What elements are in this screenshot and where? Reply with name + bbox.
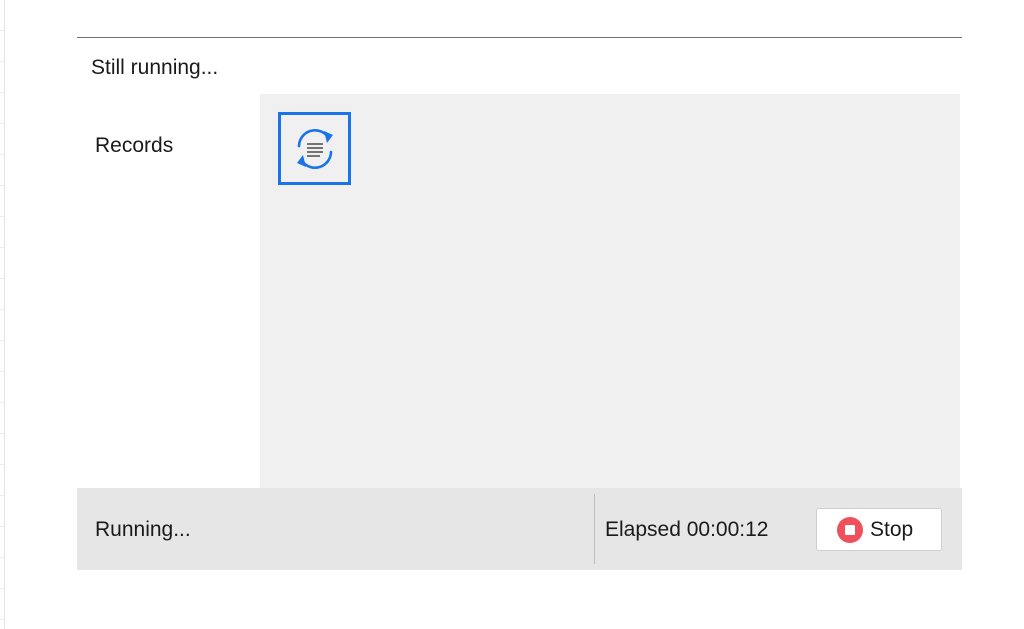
progress-dialog: Still running... Records Running... Elap… bbox=[77, 37, 962, 570]
stop-button[interactable]: Stop bbox=[816, 508, 942, 551]
stop-button-label: Stop bbox=[870, 518, 914, 541]
dialog-title: Still running... bbox=[91, 56, 219, 79]
sync-list-icon bbox=[297, 129, 333, 169]
records-panel bbox=[260, 94, 960, 488]
stop-icon bbox=[837, 517, 863, 543]
status-divider bbox=[594, 494, 595, 564]
status-bar: Running... Elapsed 00:00:12 Stop bbox=[77, 488, 962, 570]
elapsed-time: Elapsed 00:00:12 bbox=[605, 518, 769, 541]
status-text: Running... bbox=[95, 518, 191, 541]
record-tile[interactable] bbox=[278, 112, 351, 185]
header-divider bbox=[77, 37, 962, 38]
records-label: Records bbox=[95, 134, 174, 157]
window-edge bbox=[0, 0, 5, 629]
page: Still running... Records Running... Elap… bbox=[0, 0, 1024, 629]
